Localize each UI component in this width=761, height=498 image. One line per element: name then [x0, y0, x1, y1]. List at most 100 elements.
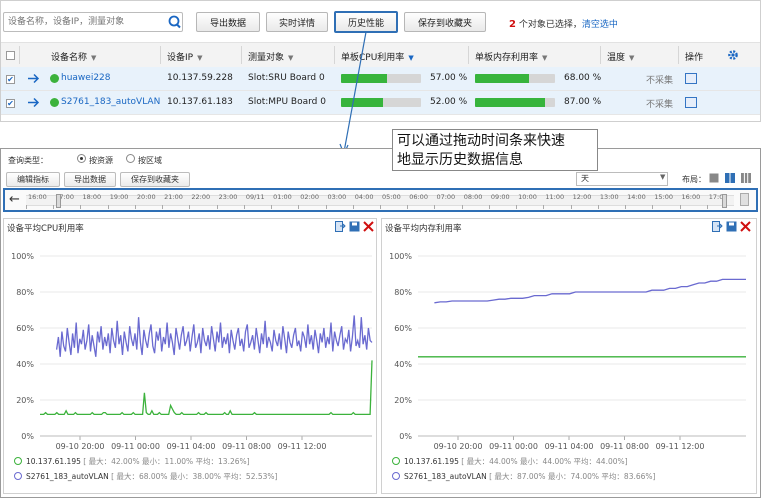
row-checkbox[interactable]: ✔ [6, 99, 15, 108]
selected-count: 2 [509, 19, 516, 30]
timeline-tick-label: 09/11 [245, 193, 265, 201]
timeline-tick-label: 03:00 [327, 193, 347, 201]
arrow-right-icon[interactable] [27, 73, 40, 84]
timeline-tick-label: 14:00 [627, 193, 646, 201]
chart-icon[interactable] [685, 73, 697, 84]
legend-item[interactable]: 10.137.61.195 [ 最大：44.00% 最小：44.00% 平均：4… [392, 456, 628, 467]
device-ip: 10.137.61.183 [167, 97, 233, 107]
timeline-tick [134, 205, 136, 209]
col-header-device-name[interactable]: 设备名称 ▼ [51, 50, 96, 63]
memory-value: 87.00 % [564, 97, 602, 107]
timeline-tick-label: 01:00 [273, 193, 292, 201]
memory-progress-bar [475, 74, 555, 83]
legend-stats: [ 最大：68.00% 最小：38.00% 平均：52.53%] [111, 472, 278, 481]
timeline-tick [380, 205, 381, 209]
save-icon[interactable] [726, 221, 737, 232]
device-name-link[interactable]: huawei228 [61, 73, 111, 83]
col-header-temperature[interactable]: 温度 ▼ [607, 50, 634, 63]
cpu-chart-title: 设备平均CPU利用率 [7, 224, 84, 234]
export-data-button[interactable]: 导出数据 [196, 12, 260, 32]
col-header-device-ip[interactable]: 设备IP ▼ [167, 50, 202, 63]
y-tick-label: 20% [16, 396, 34, 405]
radio-by-resource[interactable] [77, 154, 86, 163]
x-tick-label: 09-11 00:00 [489, 442, 538, 451]
layout-three-column-icon[interactable] [741, 173, 751, 183]
select-all-checkbox[interactable] [6, 51, 15, 60]
col-header-measure-object[interactable]: 测量对象 ▼ [248, 50, 293, 63]
close-icon[interactable] [740, 221, 751, 232]
y-tick-label: 80% [16, 288, 34, 297]
y-tick-label: 60% [394, 324, 412, 333]
legend-item[interactable]: 10.137.61.195 [ 最大：42.00% 最小：11.00% 平均：1… [14, 456, 250, 467]
timeline-tick-label: 21:00 [164, 193, 183, 201]
search-icon[interactable] [166, 14, 182, 30]
y-tick-label: 80% [394, 288, 412, 297]
timeline-tick [679, 205, 681, 209]
timeline-start-handle[interactable] [56, 194, 61, 208]
legend-item[interactable]: S2761_183_autoVLAN [ 最大：87.00% 最小：74.00%… [392, 471, 655, 482]
export-icon[interactable] [335, 221, 346, 232]
timeline-end-handle[interactable] [722, 194, 727, 208]
radio-by-region[interactable] [126, 154, 135, 163]
x-tick-label: 09-11 12:00 [278, 442, 327, 451]
realtime-detail-button[interactable]: 实时详情 [266, 12, 328, 32]
timeline-tick-label: 23:00 [218, 193, 238, 201]
timeline-tick-label: 16:00 [681, 193, 701, 201]
timeline-tick [516, 205, 518, 209]
legend-series-name: 10.137.61.195 [26, 457, 81, 466]
timeline-tick [26, 205, 27, 209]
legend-marker-green [14, 457, 22, 465]
timeline-tick [543, 205, 545, 209]
col-header-operation: 操作 [685, 53, 704, 63]
y-tick-label: 0% [21, 432, 34, 441]
radio-by-resource-label: 按资源 [89, 156, 113, 165]
chart-icon[interactable] [685, 97, 697, 108]
timeline-tick-label: 02:00 [300, 193, 320, 201]
timeline-tick [352, 205, 354, 209]
timeline-scroll-right[interactable] [740, 193, 749, 206]
row-checkbox[interactable]: ✔ [6, 75, 15, 84]
legend-stats: [ 最大：44.00% 最小：44.00% 平均：44.00%] [461, 457, 628, 466]
y-tick-label: 60% [16, 324, 34, 333]
cpu-value: 57.00 % [430, 73, 468, 83]
callout-note: 可以通过拖动时间条来快速 地显示历史数据信息 [392, 129, 598, 171]
legend-marker-purple [14, 472, 22, 480]
col-header-memory[interactable]: 单板内存利用率 ▼ [475, 50, 547, 63]
layout-single-icon[interactable] [709, 173, 719, 183]
y-tick-label: 100% [11, 252, 34, 261]
gear-icon[interactable] [727, 49, 739, 61]
arrow-left-icon[interactable]: ← [9, 192, 20, 207]
export-data-button-2[interactable]: 导出数据 [64, 172, 116, 187]
legend-item[interactable]: S2761_183_autoVLAN [ 最大：68.00% 最小：38.00%… [14, 471, 277, 482]
timeline-tick [80, 205, 82, 209]
column-divider [600, 46, 601, 64]
save-to-favorites-button[interactable]: 保存到收藏夹 [404, 12, 486, 32]
edit-metrics-button[interactable]: 编辑指标 [6, 172, 60, 187]
timeline-tick-label: 20:00 [136, 193, 156, 201]
timeline-tick-label: 16:00 [28, 193, 47, 201]
timeline-tick-label: 15:00 [654, 193, 674, 201]
period-select[interactable]: 天 [576, 172, 668, 186]
save-to-favorites-button-2[interactable]: 保存到收藏夹 [120, 172, 190, 187]
sort-icon: ▼ [197, 54, 203, 62]
arrow-right-icon[interactable] [27, 97, 40, 108]
column-divider [19, 46, 20, 64]
search-input[interactable] [3, 12, 183, 32]
clear-selection-link[interactable]: 清空选中 [582, 20, 618, 30]
x-tick-label: 09-11 00:00 [111, 442, 160, 451]
temperature-value: 不采集 [646, 76, 674, 86]
timeline-tick [271, 205, 273, 209]
close-icon[interactable] [363, 221, 374, 232]
x-tick-label: 09-10 20:00 [56, 442, 105, 451]
save-icon[interactable] [349, 221, 360, 232]
timeline-tick [243, 205, 245, 209]
legend-stats: [ 最大：87.00% 最小：74.00% 平均：83.66%] [489, 472, 656, 481]
timeline-tick [570, 205, 572, 209]
chevron-down-icon: ▼ [660, 173, 666, 181]
timeline-tick [53, 205, 55, 209]
layout-two-column-icon[interactable] [725, 173, 735, 183]
series-line-0 [40, 360, 373, 416]
export-icon[interactable] [712, 221, 723, 232]
legend-series-name: 10.137.61.195 [404, 457, 459, 466]
device-name-link[interactable]: S2761_183_autoVLAN [61, 97, 160, 107]
